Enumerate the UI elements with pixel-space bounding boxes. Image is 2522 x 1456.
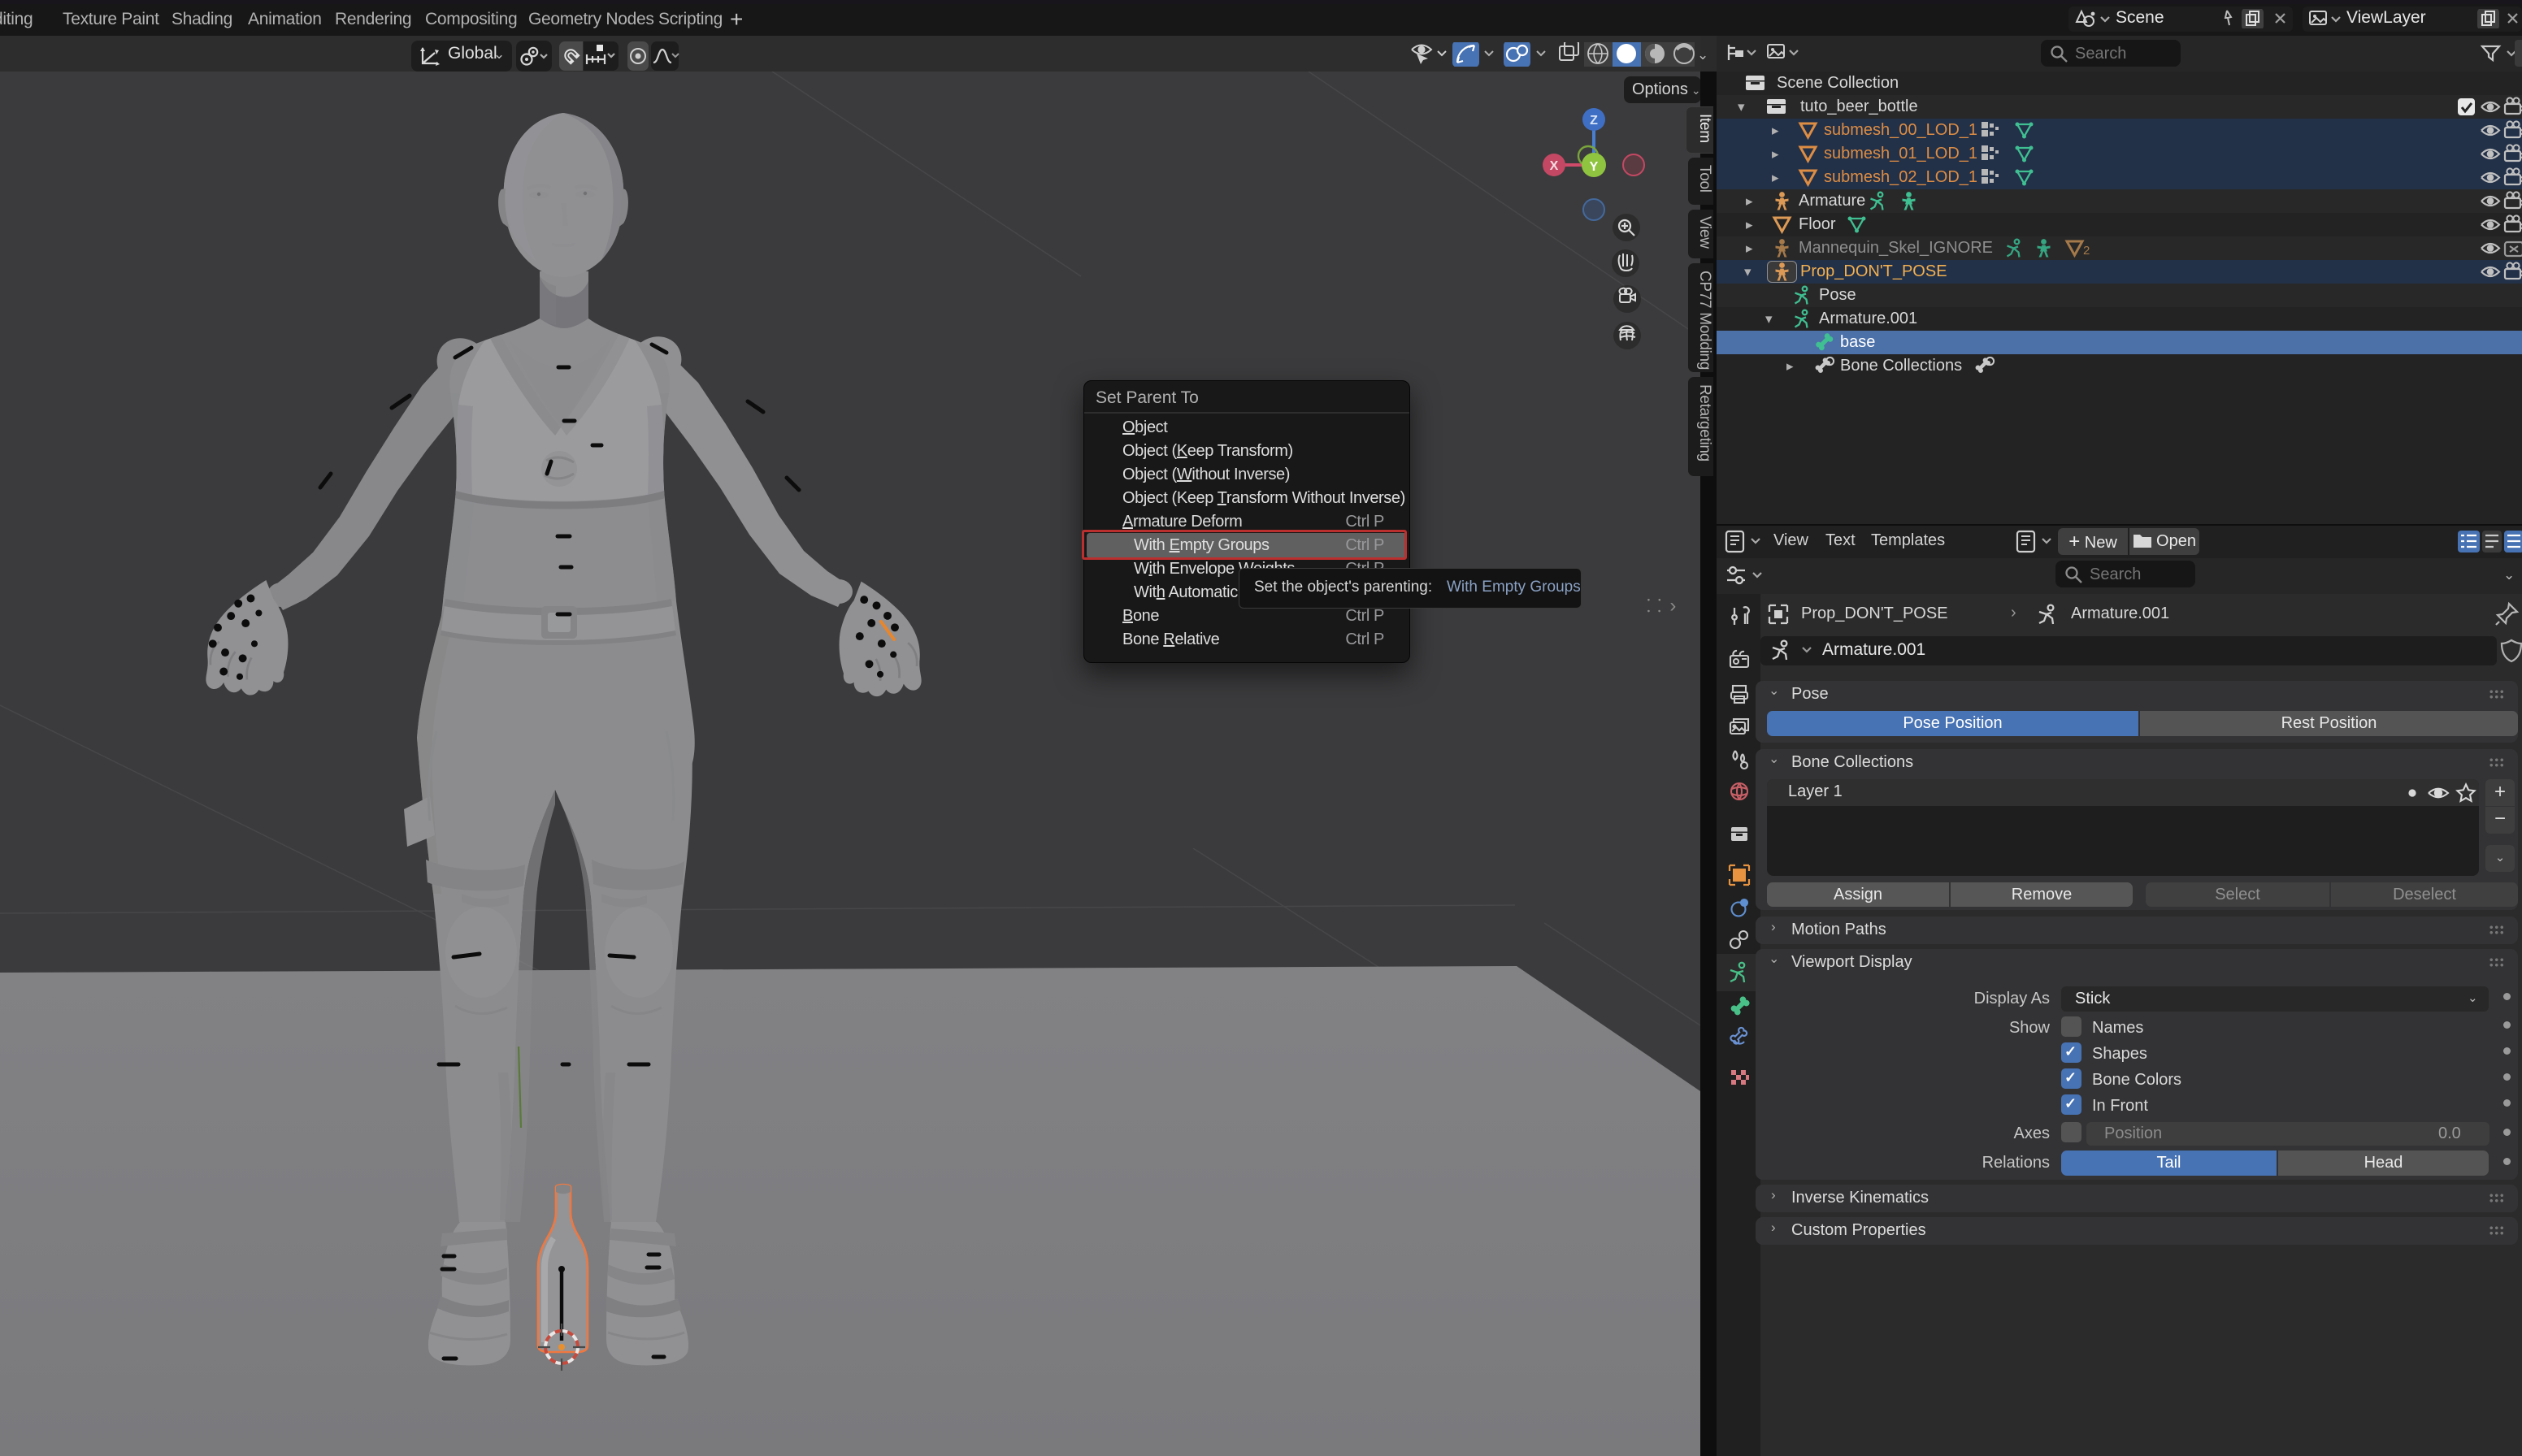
svg-text:Z: Z — [1590, 114, 1598, 128]
svg-text:X: X — [1550, 159, 1559, 173]
svg-text:Y: Y — [1590, 160, 1599, 174]
